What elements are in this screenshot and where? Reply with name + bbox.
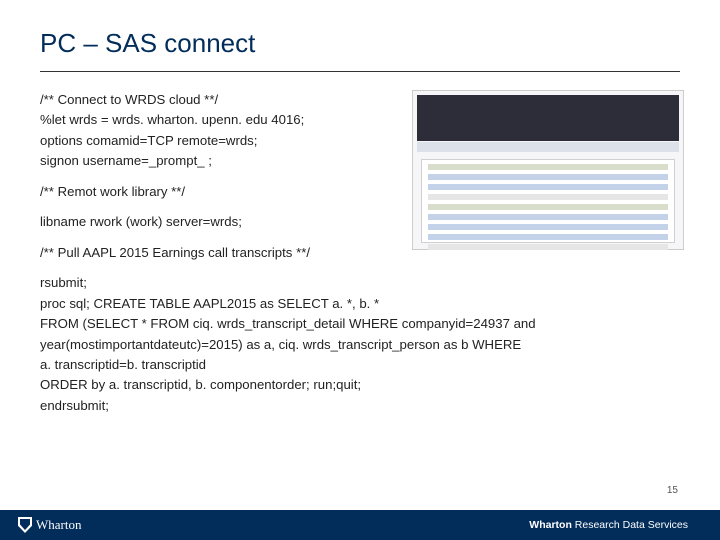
footer-right-text: Wharton Research Data Services bbox=[529, 519, 688, 531]
thumb-dark-region bbox=[417, 95, 679, 141]
title-underline bbox=[40, 71, 680, 72]
thumb-code-region bbox=[421, 159, 675, 243]
slide-title: PC – SAS connect bbox=[0, 0, 720, 67]
code-procsql: proc sql; CREATE TABLE AAPL2015 as SELEC… bbox=[40, 294, 680, 314]
code-year: year(mostimportantdateutc)=2015) as a, c… bbox=[40, 335, 680, 355]
code-screenshot-thumbnail bbox=[412, 90, 684, 250]
logo-text: Wharton bbox=[36, 517, 81, 533]
code-rsubmit: rsubmit; bbox=[40, 273, 680, 293]
footer-bar: Wharton Wharton Research Data Services bbox=[0, 510, 720, 540]
code-from: FROM (SELECT * FROM ciq. wrds_transcript… bbox=[40, 314, 680, 334]
page-number: 15 bbox=[667, 485, 678, 496]
code-transcriptid: a. transcriptid=b. transcriptid bbox=[40, 355, 680, 375]
code-orderby: ORDER by a. transcriptid, b. componentor… bbox=[40, 375, 680, 395]
shield-icon bbox=[18, 517, 32, 533]
footer-right-bold: Wharton bbox=[529, 519, 572, 531]
thumb-toolbar-region bbox=[417, 142, 679, 152]
wharton-logo: Wharton bbox=[18, 517, 81, 533]
content-area: /** Connect to WRDS cloud **/ %let wrds … bbox=[0, 90, 720, 540]
footer-right-rest: Research Data Services bbox=[572, 519, 688, 531]
code-endrsubmit: endrsubmit; bbox=[40, 396, 680, 416]
